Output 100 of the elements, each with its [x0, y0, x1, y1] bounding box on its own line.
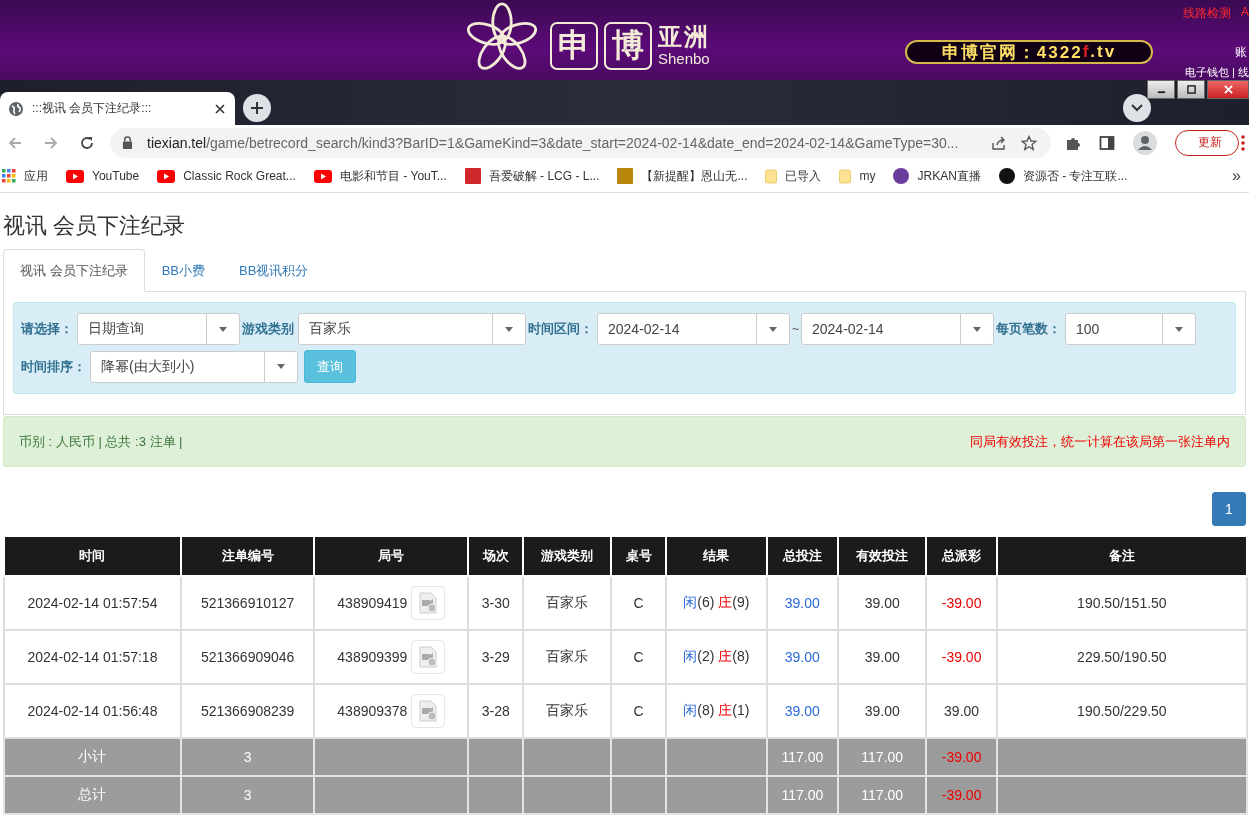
- bookmark-item[interactable]: 【新提醒】恩山无...: [617, 167, 748, 185]
- table-cell: 3-30: [468, 576, 524, 630]
- column-header: 桌号: [610, 537, 667, 576]
- header-link[interactable]: A: [1241, 5, 1249, 22]
- table-cell: 3-29: [468, 630, 524, 684]
- bookmark-item[interactable]: 应用: [2, 167, 48, 185]
- star-icon[interactable]: [1021, 134, 1037, 151]
- table-cell: 190.50/151.50: [996, 576, 1247, 630]
- page-number-button[interactable]: 1: [1212, 492, 1246, 526]
- table-cell: 521366910127: [180, 576, 315, 630]
- round-number: 438909399: [337, 649, 408, 665]
- table-cell: 39.00: [838, 630, 927, 684]
- table-cell: C: [610, 684, 667, 738]
- new-tab-button[interactable]: [243, 94, 271, 122]
- table-cell: 百家乐: [523, 684, 611, 738]
- dropdown-field[interactable]: 2024-02-14: [597, 313, 790, 345]
- address-field[interactable]: tiexian.tel/game/betrecord_search/kind3?BarID=1&GameKind=3&date_start=2024-02-14&date_end=2024-02-14&GameType=30...: [110, 127, 1051, 158]
- column-header: 局号: [314, 537, 469, 576]
- more-bookmarks-button[interactable]: »: [1232, 167, 1241, 185]
- tab[interactable]: 视讯 会员下注纪录: [3, 249, 145, 292]
- table-cell: 小计: [4, 738, 181, 776]
- dropdown-field[interactable]: 日期查询: [77, 313, 240, 345]
- tab-search-button[interactable]: [1123, 94, 1151, 122]
- table-cell: C: [610, 630, 667, 684]
- table-cell: 39.00: [766, 684, 838, 738]
- table-cell: 229.50/190.50: [996, 630, 1247, 684]
- table-cell: 39.00: [838, 684, 927, 738]
- close-icon[interactable]: [215, 103, 225, 114]
- column-header: 时间: [4, 537, 181, 576]
- minimize-button[interactable]: [1147, 80, 1175, 99]
- bookmark-item[interactable]: YouTube: [66, 169, 140, 183]
- table-cell: -39.00: [926, 738, 997, 776]
- site-favicon-icon: [998, 168, 1015, 184]
- table-cell: 2024-02-14 01:56:48: [4, 684, 181, 738]
- column-header: 场次: [468, 537, 524, 576]
- table-cell: 117.00: [838, 738, 927, 776]
- dropdown-field[interactable]: 降幂(由大到小): [90, 350, 298, 383]
- share-icon[interactable]: [991, 134, 1007, 151]
- profile-avatar-icon[interactable]: [1133, 130, 1157, 155]
- chevron-down-icon: [1131, 104, 1143, 112]
- folder-icon: [765, 168, 778, 184]
- table-cell: 521366909046: [180, 630, 315, 684]
- summary-text: 币别 : 人民币 | 总共 :3 注单 |: [19, 432, 183, 451]
- more-menu-icon[interactable]: [1241, 134, 1245, 151]
- bookmark-item[interactable]: 电影和节目 - YouT...: [313, 167, 447, 185]
- table-cell: 521366908239: [180, 684, 315, 738]
- site-favicon-icon: [617, 168, 634, 184]
- apps-grid-icon: [2, 169, 16, 183]
- side-panel-icon[interactable]: [1099, 134, 1115, 151]
- globe-icon: [8, 100, 24, 117]
- plus-icon: [251, 102, 263, 114]
- play-button-icon: [66, 169, 84, 183]
- caret-icon: [277, 364, 285, 369]
- dropdown-field[interactable]: 百家乐: [298, 313, 526, 345]
- reload-icon[interactable]: [79, 134, 95, 151]
- url-text: tiexian.tel/game/betrecord_search/kind3?BarID=1&GameKind=3&date_start=2024-02-14&date_end=2024-02-14&GameType=30...: [147, 134, 960, 151]
- filter-label: 游戏类别: [242, 320, 294, 338]
- header-link[interactable]: 线路检测: [1183, 5, 1231, 22]
- bookmark-item[interactable]: JRKAN直播: [893, 167, 981, 185]
- brand-name: 亚洲: [658, 23, 710, 50]
- result-cell: 闲(8) 庄(1): [666, 684, 767, 738]
- table-cell: 39.00: [766, 576, 838, 630]
- update-button[interactable]: 更新: [1175, 129, 1239, 156]
- table-cell: 117.00: [766, 776, 838, 814]
- column-header: 注单编号: [180, 537, 315, 576]
- table-cell: 39.00: [838, 576, 927, 630]
- column-header: 总派彩: [926, 537, 997, 576]
- caret-icon: [769, 326, 777, 332]
- tab[interactable]: BB小费: [144, 249, 222, 292]
- bookmark-item[interactable]: Classic Rock Great...: [157, 169, 296, 183]
- wallet-link[interactable]: 电子钱包 | 线: [1185, 66, 1249, 79]
- caret-icon: [973, 326, 981, 332]
- tab[interactable]: BB视讯积分: [221, 249, 326, 292]
- table-cell: 39.00: [926, 684, 997, 738]
- table-cell: 39.00: [766, 630, 838, 684]
- page-title: 视讯 会员下注纪录: [3, 213, 187, 239]
- table-cell: 2024-02-14 01:57:54: [4, 576, 181, 630]
- bookmark-item[interactable]: 吾爱破解 - LCG - L...: [464, 167, 600, 185]
- table-cell: -39.00: [926, 630, 997, 684]
- range-separator: ~: [792, 322, 799, 336]
- table-cell: C: [610, 576, 667, 630]
- caret-icon: [219, 326, 227, 332]
- table-cell: -39.00: [926, 576, 997, 630]
- maximize-button[interactable]: [1177, 80, 1205, 99]
- table-cell: 总计: [4, 776, 181, 814]
- dropdown-field[interactable]: 100: [1065, 313, 1196, 345]
- bookmark-item[interactable]: 已导入: [765, 167, 822, 185]
- lock-icon: [122, 136, 133, 149]
- column-header: 总投注: [766, 537, 838, 576]
- filter-label: 每页笔数：: [996, 320, 1061, 338]
- round-number: 438909378: [337, 703, 408, 719]
- close-button[interactable]: [1207, 80, 1249, 99]
- table-cell: 190.50/229.50: [996, 684, 1247, 738]
- table-cell: 3: [180, 738, 315, 776]
- bookmark-item[interactable]: my: [839, 168, 876, 184]
- browser-tab[interactable]: :::视讯 会员下注纪录:::: [0, 92, 235, 125]
- dropdown-field[interactable]: 2024-02-14: [801, 313, 994, 345]
- table-cell: 117.00: [766, 738, 838, 776]
- bookmark-item[interactable]: 资源否 - 专注互联...: [998, 167, 1128, 185]
- filter-label: 时间区间：: [528, 320, 593, 338]
